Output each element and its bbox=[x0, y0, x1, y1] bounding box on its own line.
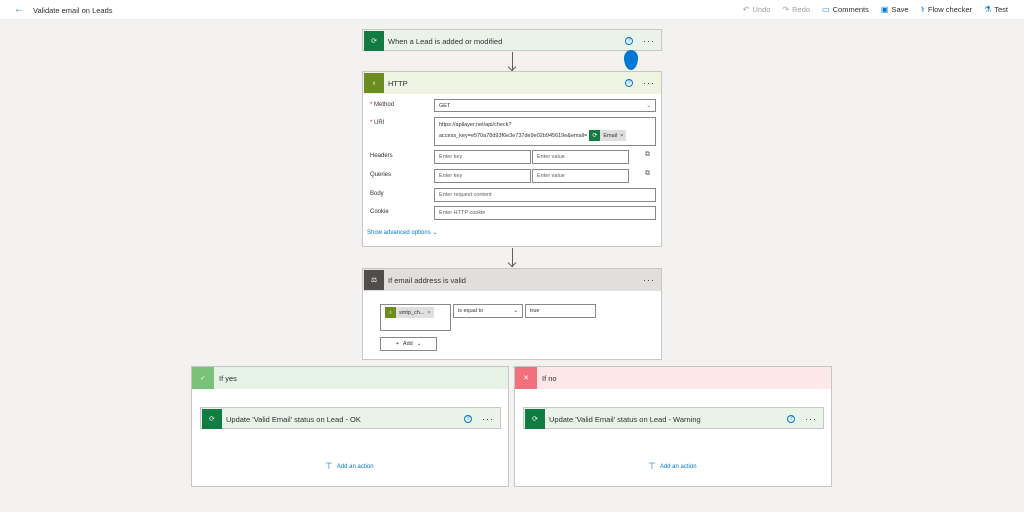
plus-icon: + bbox=[395, 341, 399, 347]
cookie-label: Cookie bbox=[370, 209, 389, 215]
toolbar: ↶ Undo ↷ Redo ▭ Comments ▣ Save ⚕ Flow checke… bbox=[743, 5, 1008, 14]
queries-value-input[interactable]: Enter value bbox=[532, 169, 629, 183]
test-icon: ⚗ bbox=[984, 5, 992, 14]
undo-button[interactable]: ↶ Undo bbox=[743, 5, 771, 14]
condition-header[interactable]: ⚖ If email address is valid ··· bbox=[363, 269, 661, 291]
smtp-check-token[interactable]: ♁ smtp_ch... × bbox=[385, 307, 434, 318]
more-icon[interactable]: ··· bbox=[643, 36, 655, 46]
globe-icon: ♁ bbox=[385, 307, 396, 318]
help-icon[interactable]: ? bbox=[464, 415, 472, 423]
more-icon[interactable]: ··· bbox=[643, 78, 655, 88]
undo-icon: ↶ bbox=[742, 5, 750, 14]
condition-card[interactable]: ⚖ If email address is valid ··· ♁ smtp_ch… bbox=[362, 268, 662, 360]
condition-left-operand[interactable]: ♁ smtp_ch... × bbox=[380, 304, 451, 331]
x-icon: ✕ bbox=[515, 367, 537, 389]
chevron-down-icon: ⌄ bbox=[513, 308, 518, 314]
redo-button[interactable]: ↷ Redo bbox=[782, 5, 810, 14]
dataverse-icon: ⟳ bbox=[202, 409, 222, 429]
chevron-down-icon: ⌄ bbox=[646, 102, 651, 109]
trigger-card[interactable]: ⟳ When a Lead is added or modified ? ··· bbox=[362, 29, 662, 51]
chevron-down-icon: ⌄ bbox=[432, 230, 438, 236]
help-icon[interactable]: ? bbox=[625, 79, 633, 87]
body-label: Body bbox=[370, 191, 384, 197]
add-action-icon: ⊤ bbox=[648, 461, 656, 471]
queries-key-input[interactable]: Enter key bbox=[434, 169, 531, 183]
trigger-header[interactable]: ⟳ When a Lead is added or modified ? ··· bbox=[363, 30, 661, 52]
help-icon[interactable]: ? bbox=[625, 37, 633, 45]
close-icon[interactable]: × bbox=[427, 310, 430, 316]
http-header[interactable]: ♁ HTTP ? ··· bbox=[363, 72, 661, 94]
email-token[interactable]: ⟳ Email × bbox=[589, 130, 627, 141]
method-label: * Method bbox=[370, 102, 395, 108]
comment-icon: ▭ bbox=[822, 5, 830, 14]
http-title: HTTP bbox=[388, 78, 408, 88]
add-action-button[interactable]: ⊤ Add an action bbox=[325, 461, 374, 472]
headers-label: Headers bbox=[370, 153, 393, 159]
headers-value-input[interactable]: Enter value bbox=[532, 150, 629, 164]
redo-icon: ↷ bbox=[782, 5, 790, 14]
save-icon: ▣ bbox=[880, 5, 889, 14]
update-warning-action[interactable]: ⟳ Update 'Valid Email' status on Lead - … bbox=[523, 407, 824, 429]
close-icon[interactable]: × bbox=[620, 133, 623, 139]
connector-arrowhead bbox=[507, 62, 517, 72]
method-select[interactable]: GET ⌄ bbox=[434, 99, 656, 112]
condition-icon: ⚖ bbox=[364, 270, 384, 290]
if-yes-branch: ✓ If yes ⟳ Update 'Valid Email' status o… bbox=[191, 366, 509, 487]
update-ok-action[interactable]: ⟳ Update 'Valid Email' status on Lead - … bbox=[200, 407, 501, 429]
drop-indicator bbox=[624, 50, 638, 70]
if-no-branch: ✕ If no ⟳ Update 'Valid Email' status on… bbox=[514, 366, 832, 487]
top-bar: ← Validate email on Leads ↶ Undo ↷ Redo ▭ C… bbox=[0, 0, 1024, 20]
more-icon[interactable]: ··· bbox=[643, 275, 655, 285]
connector-arrowhead bbox=[507, 258, 517, 268]
condition-operator-select[interactable]: is equal to ⌄ bbox=[453, 304, 523, 318]
add-condition-button[interactable]: + Add ⌄ bbox=[380, 337, 437, 351]
show-advanced-options-link[interactable]: Show advanced options ⌄ bbox=[367, 229, 437, 236]
uri-label: * URI bbox=[370, 120, 385, 126]
dataverse-icon: ⟳ bbox=[589, 130, 601, 141]
dataverse-icon: ⟳ bbox=[364, 31, 384, 51]
body-input[interactable]: Enter request content bbox=[434, 188, 656, 202]
comments-button[interactable]: ▭ Comments bbox=[822, 5, 869, 14]
flow-checker-icon: ⚕ bbox=[920, 5, 925, 14]
http-card[interactable]: ♁ HTTP ? ··· * Method GET ⌄ * URI https:/… bbox=[362, 71, 662, 247]
save-button[interactable]: ▣ Save bbox=[881, 5, 909, 14]
flow-title: Validate email on Leads bbox=[33, 6, 113, 15]
add-action-button[interactable]: ⊤ Add an action bbox=[648, 461, 697, 472]
switch-to-text-icon[interactable]: ⧉ bbox=[645, 151, 650, 159]
uri-field[interactable]: https://apilayer.net/api/check? access_k… bbox=[434, 117, 656, 146]
headers-key-input[interactable]: Enter key bbox=[434, 150, 531, 164]
switch-to-text-icon[interactable]: ⧉ bbox=[645, 170, 650, 178]
if-no-header: ✕ If no bbox=[515, 367, 831, 389]
check-icon: ✓ bbox=[192, 367, 214, 389]
trigger-title: When a Lead is added or modified bbox=[388, 36, 503, 46]
add-action-icon: ⊤ bbox=[325, 461, 333, 471]
more-icon[interactable]: ··· bbox=[805, 414, 817, 424]
more-icon[interactable]: ··· bbox=[482, 414, 494, 424]
help-icon[interactable]: ? bbox=[787, 415, 795, 423]
chevron-down-icon: ⌄ bbox=[416, 341, 422, 347]
condition-title: If email address is valid bbox=[388, 275, 466, 285]
flow-checker-button[interactable]: ⚕ Flow checker bbox=[921, 5, 973, 14]
dataverse-icon: ⟳ bbox=[525, 409, 545, 429]
queries-label: Queries bbox=[370, 172, 392, 178]
back-arrow-icon[interactable]: ← bbox=[14, 4, 24, 15]
cookie-input[interactable]: Enter HTTP cookie bbox=[434, 206, 656, 220]
if-yes-header: ✓ If yes bbox=[192, 367, 508, 389]
globe-icon: ♁ bbox=[364, 73, 384, 93]
condition-value-input[interactable]: true bbox=[525, 304, 596, 318]
test-button[interactable]: ⚗ Test bbox=[984, 5, 1008, 14]
